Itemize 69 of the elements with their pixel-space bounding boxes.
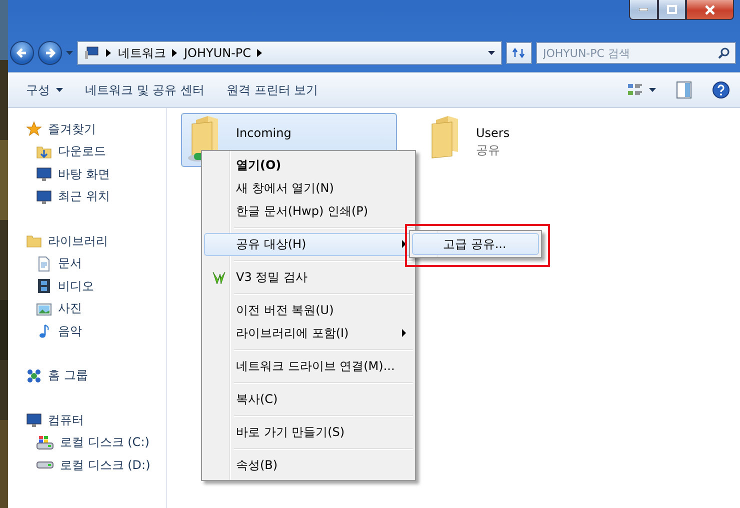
forward-arrow-icon [44,47,56,59]
menu-item[interactable]: 네트워크 드라이브 연결(M)... [204,355,413,378]
sidebar-item[interactable]: 컴퓨터 [26,409,166,432]
film-icon [36,278,52,294]
breadcrumb-item[interactable]: 네트워크 [118,44,166,62]
sidebar-item[interactable]: 라이브러리 [26,230,166,252]
sidebar-item[interactable]: 사진 [26,298,166,320]
menu-item[interactable]: 바로 가기 만들기(S) [204,421,413,444]
menu-item[interactable]: 고급 공유... [412,233,539,255]
maximize-icon [667,5,677,14]
sidebar-item[interactable]: 바탕 화면 [26,163,166,186]
sidebar-item[interactable]: 즐겨찾기 [26,118,166,140]
folder-name: Users [476,126,510,140]
v3-check-icon [212,270,226,286]
drive-icon [36,461,54,470]
download-icon [36,144,52,160]
computer-icon [26,412,42,428]
menu-item[interactable]: 복사(C) [204,388,413,411]
sidebar-item[interactable]: 최근 위치 [26,186,166,208]
breadcrumb-item[interactable]: JOHYUN-PC [184,46,252,60]
maximize-button[interactable] [658,0,686,20]
sidebar-item[interactable]: 음악 [26,320,166,342]
menu-item[interactable]: 라이브러리에 포함(I) [204,322,413,345]
preview-pane-icon[interactable] [676,81,692,99]
forward-button[interactable] [38,41,62,65]
chevron-icon [257,49,264,57]
search-icon [718,47,730,59]
view-options-icon[interactable] [627,82,643,98]
sidebar-item[interactable]: 다운로드 [26,140,166,163]
refresh-icon [512,47,526,59]
sidebar-item[interactable]: 비디오 [26,275,166,298]
system-drive-icon [36,434,54,451]
sidebar-item[interactable]: 로컬 디스크 (D:) [26,454,166,476]
sidebar-item[interactable]: 문서 [26,252,166,275]
picture-icon [36,300,52,317]
folder-item[interactable]: Users 공유 [421,113,621,167]
close-icon [705,4,715,14]
menu-item[interactable]: V3 정밀 검사 [204,266,413,289]
back-arrow-icon [16,47,28,59]
homegroup-icon [26,368,42,384]
refresh-button[interactable] [506,42,532,64]
sidebar-item[interactable]: 홈 그룹 [26,364,166,387]
menu-item[interactable]: 한글 문서(Hwp) 인쇄(P) [204,200,413,223]
folder-subtitle: 공유 [476,142,501,159]
document-icon [36,256,52,272]
network-icon [84,46,100,60]
address-bar[interactable]: 네트워크 JOHYUN-PC [77,41,502,65]
folder-name: Incoming [236,126,292,140]
menu-item[interactable]: 새 창에서 열기(N) [204,177,413,200]
back-button[interactable] [10,41,34,65]
caret-icon [649,88,656,92]
toolbar-button[interactable]: 네트워크 및 공유 센터 [77,78,212,102]
toolbar-button[interactable]: 구성 [18,78,71,102]
menu-item[interactable]: 이전 버전 복원(U) [204,299,413,322]
close-button[interactable] [686,0,734,20]
chevron-icon [106,49,112,57]
dropdown-icon [488,51,495,55]
toolbar-button[interactable]: 원격 프린터 보기 [218,78,326,102]
sidebar-item[interactable]: 로컬 디스크 (C:) [26,432,166,454]
caret-icon [66,51,73,55]
submenu-arrow-icon [402,329,406,337]
desktop-icon [36,166,52,182]
help-icon[interactable] [712,81,730,99]
caret-icon [56,88,63,92]
minimize-button[interactable] [629,0,658,20]
star-icon [26,121,42,138]
menu-item[interactable]: 속성(B) [204,454,413,477]
chevron-icon [172,49,178,57]
minimize-icon [639,8,648,11]
